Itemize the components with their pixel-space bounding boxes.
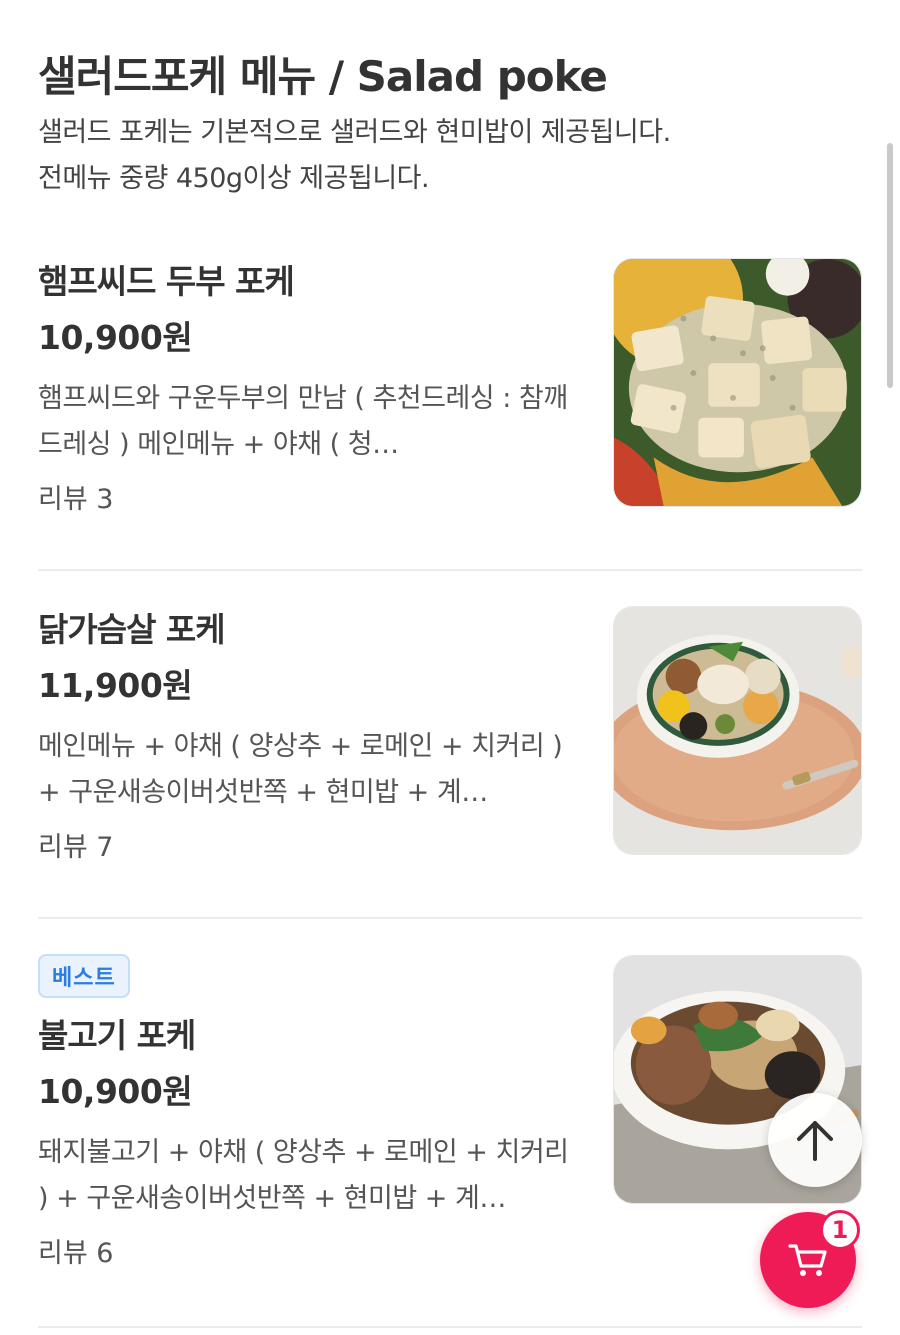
section-desc-line: 전메뉴 중량 450g이상 제공됩니다. bbox=[38, 163, 430, 194]
section-desc-line: 샐러드 포케는 기본적으로 샐러드와 현미밥이 제공됩니다. bbox=[38, 117, 671, 148]
menu-item-info: 베스트 불고기 포케 10,900원 돼지불고기 + 야채 ( 양상추 + 로메… bbox=[38, 954, 578, 1274]
menu-item-review-count: 리뷰 7 bbox=[38, 832, 114, 863]
menu-item-description: 메인메뉴 + 야채 ( 양상추 + 로메인 + 치커리 ) + 구운새송이버섯반… bbox=[38, 731, 563, 808]
menu-item-price: 11,900원 bbox=[38, 666, 193, 705]
menu-item-description: 돼지불고기 + 야채 ( 양상추 + 로메인 + 치커리 ) + 구운새송이버섯… bbox=[38, 1137, 569, 1214]
cart-icon bbox=[788, 1244, 827, 1276]
menu-item-description: 햄프씨드와 구운두부의 만남 ( 추천드레싱 : 참깨드레싱 ) 메인메뉴 + … bbox=[38, 383, 568, 460]
section-header: 샐러드포케 메뉴 / Salad poke 샐러드 포케는 기본적으로 샐러드와… bbox=[38, 50, 838, 202]
menu-item-bulgogi-poke[interactable]: 베스트 불고기 포케 10,900원 돼지불고기 + 야채 ( 양상추 + 로메… bbox=[38, 954, 862, 1328]
menu-item-name: 불고기 포케 bbox=[38, 1016, 196, 1055]
menu-item-chicken-breast-poke[interactable]: 닭가슴살 포케 11,900원 메인메뉴 + 야채 ( 양상추 + 로메인 + … bbox=[38, 606, 862, 919]
tofu-poke-photo bbox=[614, 259, 861, 506]
menu-item-hempseed-tofu-poke[interactable]: 햄프씨드 두부 포케 10,900원 햄프씨드와 구운두부의 만남 ( 추천드레… bbox=[38, 258, 862, 571]
section-title: 샐러드포케 메뉴 / Salad poke bbox=[38, 52, 608, 101]
best-badge: 베스트 bbox=[38, 954, 130, 998]
chicken-poke-photo bbox=[614, 607, 861, 854]
menu-item-info: 닭가슴살 포케 11,900원 메인메뉴 + 야채 ( 양상추 + 로메인 + … bbox=[38, 606, 578, 868]
menu-item-name: 햄프씨드 두부 포케 bbox=[38, 262, 295, 301]
menu-item-info: 햄프씨드 두부 포케 10,900원 햄프씨드와 구운두부의 만남 ( 추천드레… bbox=[38, 258, 578, 520]
menu-item-name: 닭가슴살 포케 bbox=[38, 610, 226, 649]
page-scrollbar[interactable] bbox=[887, 143, 893, 388]
menu-item-photo[interactable] bbox=[613, 606, 862, 855]
cart-count-badge: 1 bbox=[820, 1210, 860, 1250]
menu-item-price: 10,900원 bbox=[38, 318, 193, 357]
arrow-up-icon bbox=[797, 1121, 833, 1161]
menu-item-review-count: 리뷰 3 bbox=[38, 484, 114, 515]
menu-item-review-count: 리뷰 6 bbox=[38, 1238, 114, 1269]
section-description: 샐러드 포케는 기본적으로 샐러드와 현미밥이 제공됩니다. 전메뉴 중량 45… bbox=[38, 110, 838, 202]
cart-button[interactable]: 1 bbox=[760, 1210, 860, 1308]
scroll-to-top-button[interactable] bbox=[768, 1093, 862, 1187]
menu-item-photo[interactable] bbox=[613, 258, 862, 507]
menu-item-price: 10,900원 bbox=[38, 1072, 193, 1111]
